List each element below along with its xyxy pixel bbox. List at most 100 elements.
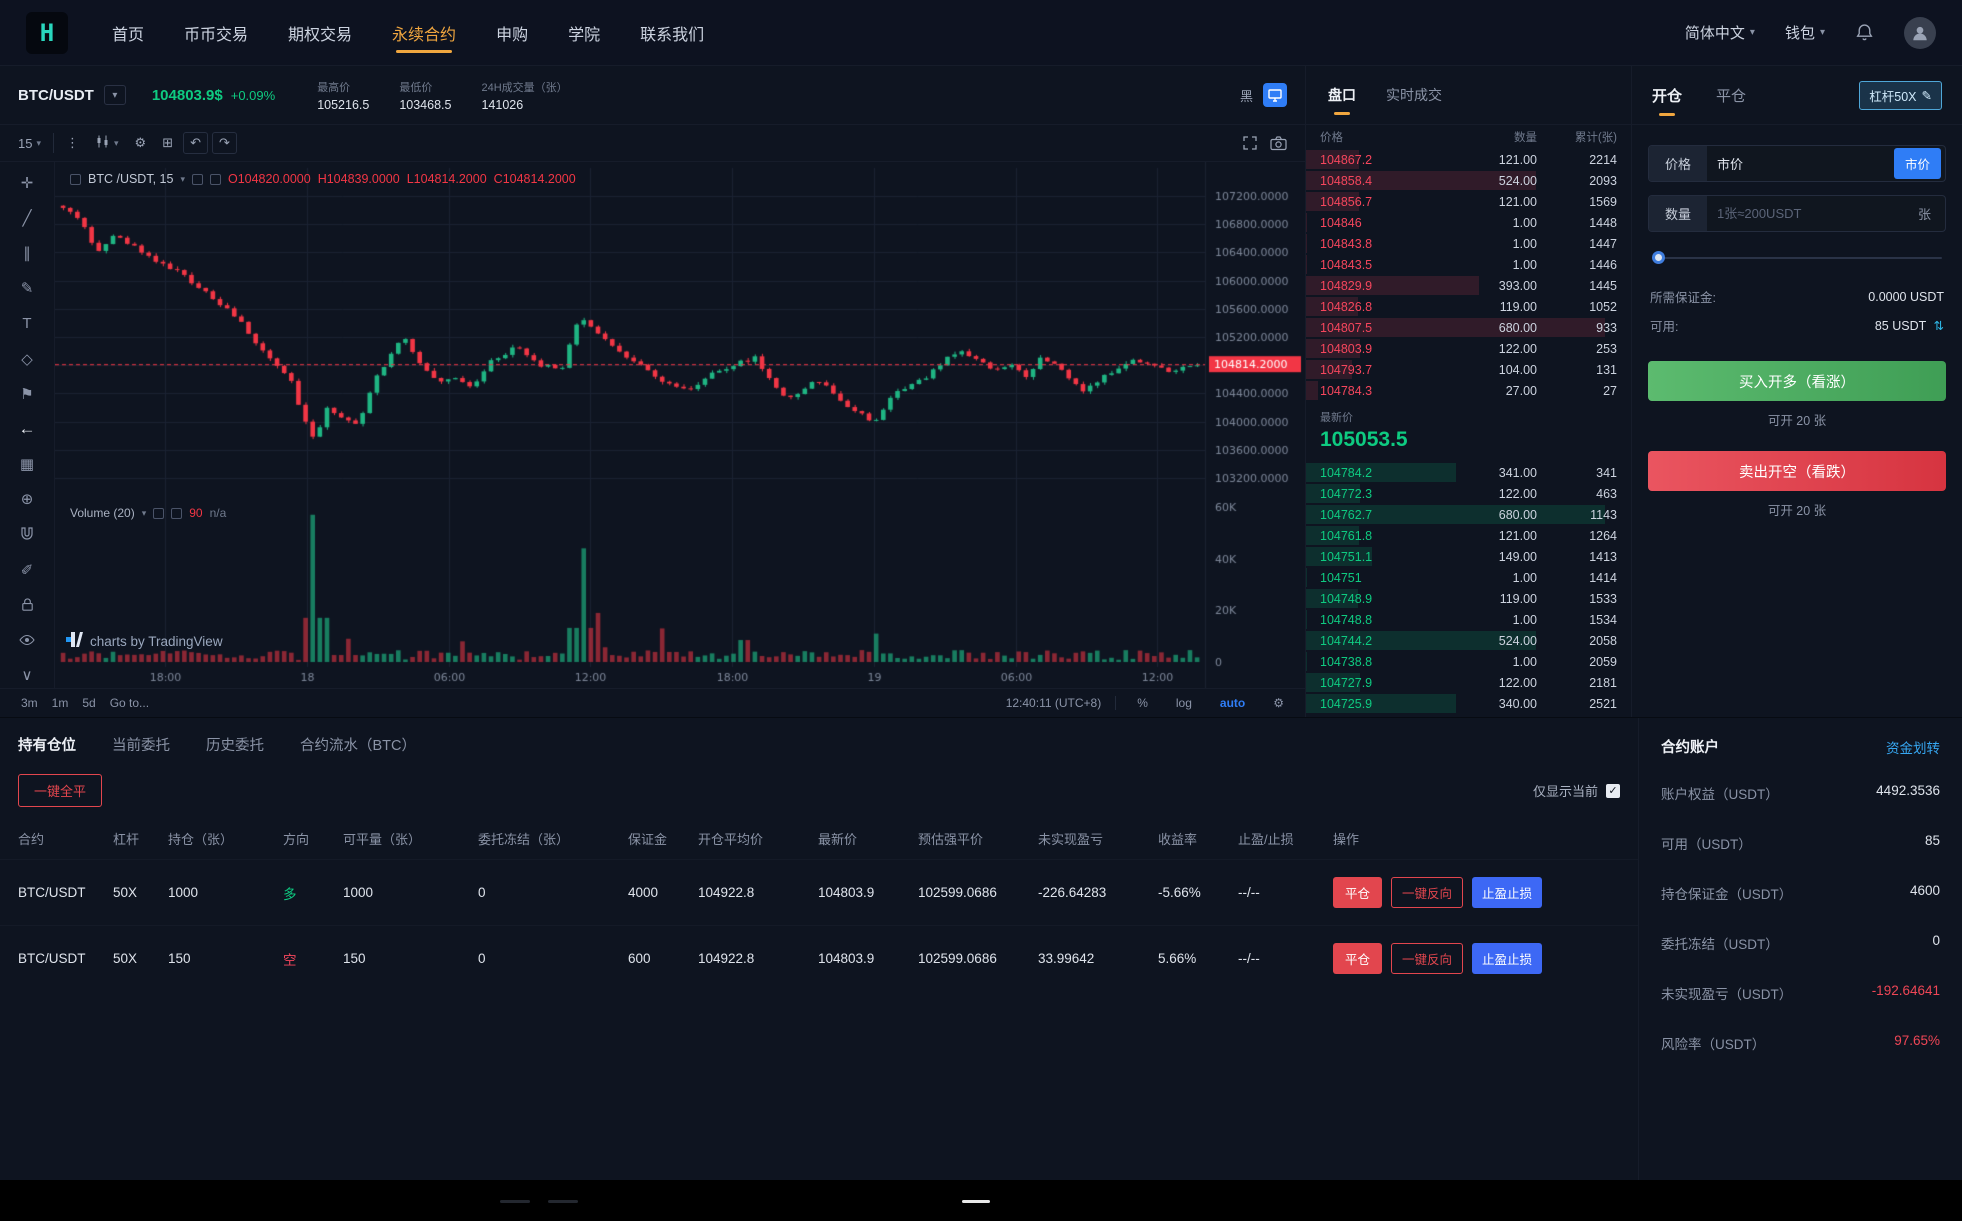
brand-logo[interactable]: H: [26, 11, 68, 54]
candlestick-chart-canvas[interactable]: [55, 162, 1305, 688]
legend-settings-icon[interactable]: [171, 507, 183, 519]
theme-screen-icon[interactable]: [1263, 83, 1287, 107]
snapshot-camera-icon[interactable]: [1270, 135, 1287, 151]
orderbook-bid-row[interactable]: 104725.9 340.00 2521: [1306, 693, 1631, 714]
orderbook-ask-row[interactable]: 104843.8 1.00 1447: [1306, 233, 1631, 254]
legend-eye-icon[interactable]: [191, 173, 203, 185]
tab-当前委托[interactable]: 当前委托: [112, 734, 170, 755]
orderbook-ask-row[interactable]: 104803.9 122.00 253: [1306, 338, 1631, 359]
price-input[interactable]: [1707, 156, 1890, 171]
tab-盘口[interactable]: 盘口: [1328, 85, 1356, 105]
nav-item-学院[interactable]: 学院: [568, 0, 600, 65]
range-3m[interactable]: 3m: [14, 696, 45, 710]
orderbook-bid-row[interactable]: 104761.8 121.00 1264: [1306, 525, 1631, 546]
log-scale-button[interactable]: log: [1169, 696, 1199, 710]
chevron-down-icon[interactable]: ▾: [180, 174, 185, 185]
orderbook-ask-row[interactable]: 104807.5 680.00 933: [1306, 317, 1631, 338]
sell-short-button[interactable]: 卖出开空（看跌）: [1648, 451, 1946, 491]
legend-symbol[interactable]: BTC /USDT, 15: [88, 172, 173, 186]
orderbook-ask-row[interactable]: 104843.5 1.00 1446: [1306, 254, 1631, 275]
chart-type-selector[interactable]: ▾: [87, 130, 127, 156]
quantity-input[interactable]: [1707, 206, 1904, 221]
nav-item-币币交易[interactable]: 币币交易: [184, 0, 248, 65]
legend-settings-icon[interactable]: [209, 173, 221, 185]
orderbook-ask-row[interactable]: 104856.7 121.00 1569: [1306, 191, 1631, 212]
tab-持有仓位[interactable]: 持有仓位: [18, 734, 76, 755]
zoom-icon[interactable]: ⊕: [12, 486, 42, 512]
chevron-down-icon[interactable]: ∨: [12, 662, 42, 688]
undo-button[interactable]: ↶: [183, 132, 208, 154]
orderbook-ask-row[interactable]: 104826.8 119.00 1052: [1306, 296, 1631, 317]
auto-scale-button[interactable]: auto: [1213, 696, 1252, 710]
pair-selector-chevron-icon[interactable]: ▾: [103, 85, 126, 105]
legend-eye-icon[interactable]: [153, 507, 165, 519]
user-avatar[interactable]: [1904, 16, 1936, 49]
reverse-position-button[interactable]: 一键反向: [1391, 877, 1464, 908]
brush-icon[interactable]: ✎: [12, 275, 42, 301]
orderbook-bid-row[interactable]: 104784.2 341.00 341: [1306, 462, 1631, 483]
interval-selector[interactable]: 15 ▾: [10, 132, 49, 155]
trendline-icon[interactable]: ╱: [12, 205, 42, 231]
orderbook-ask-row[interactable]: 104858.4 524.00 2093: [1306, 170, 1631, 191]
leverage-chip[interactable]: 杠杆50X ✎: [1859, 80, 1942, 110]
percent-scale-button[interactable]: %: [1130, 696, 1155, 710]
nav-item-联系我们[interactable]: 联系我们: [640, 0, 704, 65]
edit-icon[interactable]: ✐: [12, 557, 42, 583]
crosshair-icon[interactable]: ✛: [12, 170, 42, 196]
range-Go to...[interactable]: Go to...: [103, 696, 156, 710]
text-icon[interactable]: T: [12, 311, 42, 337]
orderbook-bid-row[interactable]: 104762.7 680.00 1143: [1306, 504, 1631, 525]
transfer-swap-icon[interactable]: ⇅: [1934, 319, 1944, 333]
theme-dark-label[interactable]: 黑: [1240, 86, 1253, 105]
pattern-icon[interactable]: ◇: [12, 346, 42, 372]
tab-合约流水（BTC）[interactable]: 合约流水（BTC）: [300, 734, 416, 755]
orderbook-ask-row[interactable]: 104829.9 393.00 1445: [1306, 275, 1631, 296]
slider-track[interactable]: [1652, 257, 1942, 259]
range-1m[interactable]: 1m: [45, 696, 76, 710]
nav-item-申购[interactable]: 申购: [496, 0, 528, 65]
redo-button[interactable]: ↷: [212, 132, 237, 154]
orderbook-bid-row[interactable]: 104744.2 524.00 2058: [1306, 630, 1631, 651]
tpsl-button[interactable]: 止盈止损: [1472, 943, 1543, 974]
close-position-button[interactable]: 平仓: [1333, 877, 1383, 908]
orderbook-bid-row[interactable]: 104748.8 1.00 1534: [1306, 609, 1631, 630]
market-price-button[interactable]: 市价: [1893, 148, 1941, 179]
chevron-down-icon[interactable]: ▾: [142, 508, 147, 519]
compare-icon[interactable]: ⊞: [154, 131, 181, 155]
volume-legend-title[interactable]: Volume (20): [70, 506, 135, 520]
language-selector[interactable]: 简体中文 ▾: [1685, 22, 1755, 43]
channels-icon[interactable]: ∥: [12, 240, 42, 266]
orderbook-bid-row[interactable]: 104751 1.00 1414: [1306, 567, 1631, 588]
only-current-toggle[interactable]: 仅显示当前 ✓: [1533, 781, 1620, 800]
tab-实时成交[interactable]: 实时成交: [1386, 85, 1442, 105]
notifications-bell-icon[interactable]: [1855, 23, 1874, 42]
eye-icon[interactable]: [12, 627, 42, 653]
orderbook-bid-row[interactable]: 104748.9 119.00 1533: [1306, 588, 1631, 609]
range-5d[interactable]: 5d: [75, 696, 102, 710]
close-all-button[interactable]: 一键全平: [18, 774, 103, 807]
orderbook-ask-row[interactable]: 104846 1.00 1448: [1306, 212, 1631, 233]
forecast-icon[interactable]: ⚑: [12, 381, 42, 407]
orderbook-bid-row[interactable]: 104772.3 122.00 463: [1306, 483, 1631, 504]
tab-平仓[interactable]: 平仓: [1716, 85, 1746, 106]
nav-item-期权交易[interactable]: 期权交易: [288, 0, 352, 65]
buy-long-button[interactable]: 买入开多（看涨）: [1648, 361, 1946, 401]
indicator-settings-icon[interactable]: ⚙: [127, 131, 155, 155]
transfer-link[interactable]: 资金划转: [1886, 737, 1940, 757]
orderbook-bid-row[interactable]: 104751.1 149.00 1413: [1306, 546, 1631, 567]
magnet-icon[interactable]: [12, 521, 42, 547]
clock[interactable]: 12:40:11 (UTC+8): [1006, 696, 1102, 710]
tab-开仓[interactable]: 开仓: [1652, 85, 1682, 106]
tpsl-button[interactable]: 止盈止损: [1472, 877, 1543, 908]
orderbook-bid-row[interactable]: 104738.8 1.00 2059: [1306, 651, 1631, 672]
orderbook-ask-row[interactable]: 104793.7 104.00 131: [1306, 359, 1631, 380]
bars-pattern-icon[interactable]: ▦: [12, 451, 42, 477]
tab-历史委托[interactable]: 历史委托: [206, 734, 264, 755]
settings-gear-icon[interactable]: ⚙: [1266, 696, 1291, 710]
nav-item-永续合约[interactable]: 永续合约: [392, 0, 456, 65]
orderbook-ask-row[interactable]: 104867.2 121.00 2214: [1306, 149, 1631, 170]
orderbook-ask-row[interactable]: 104784.3 27.00 27: [1306, 380, 1631, 401]
arrow-left-icon[interactable]: ←: [12, 416, 42, 442]
orderbook-bid-row[interactable]: 104727.9 122.00 2181: [1306, 672, 1631, 693]
wallet-menu[interactable]: 钱包 ▾: [1785, 22, 1825, 43]
